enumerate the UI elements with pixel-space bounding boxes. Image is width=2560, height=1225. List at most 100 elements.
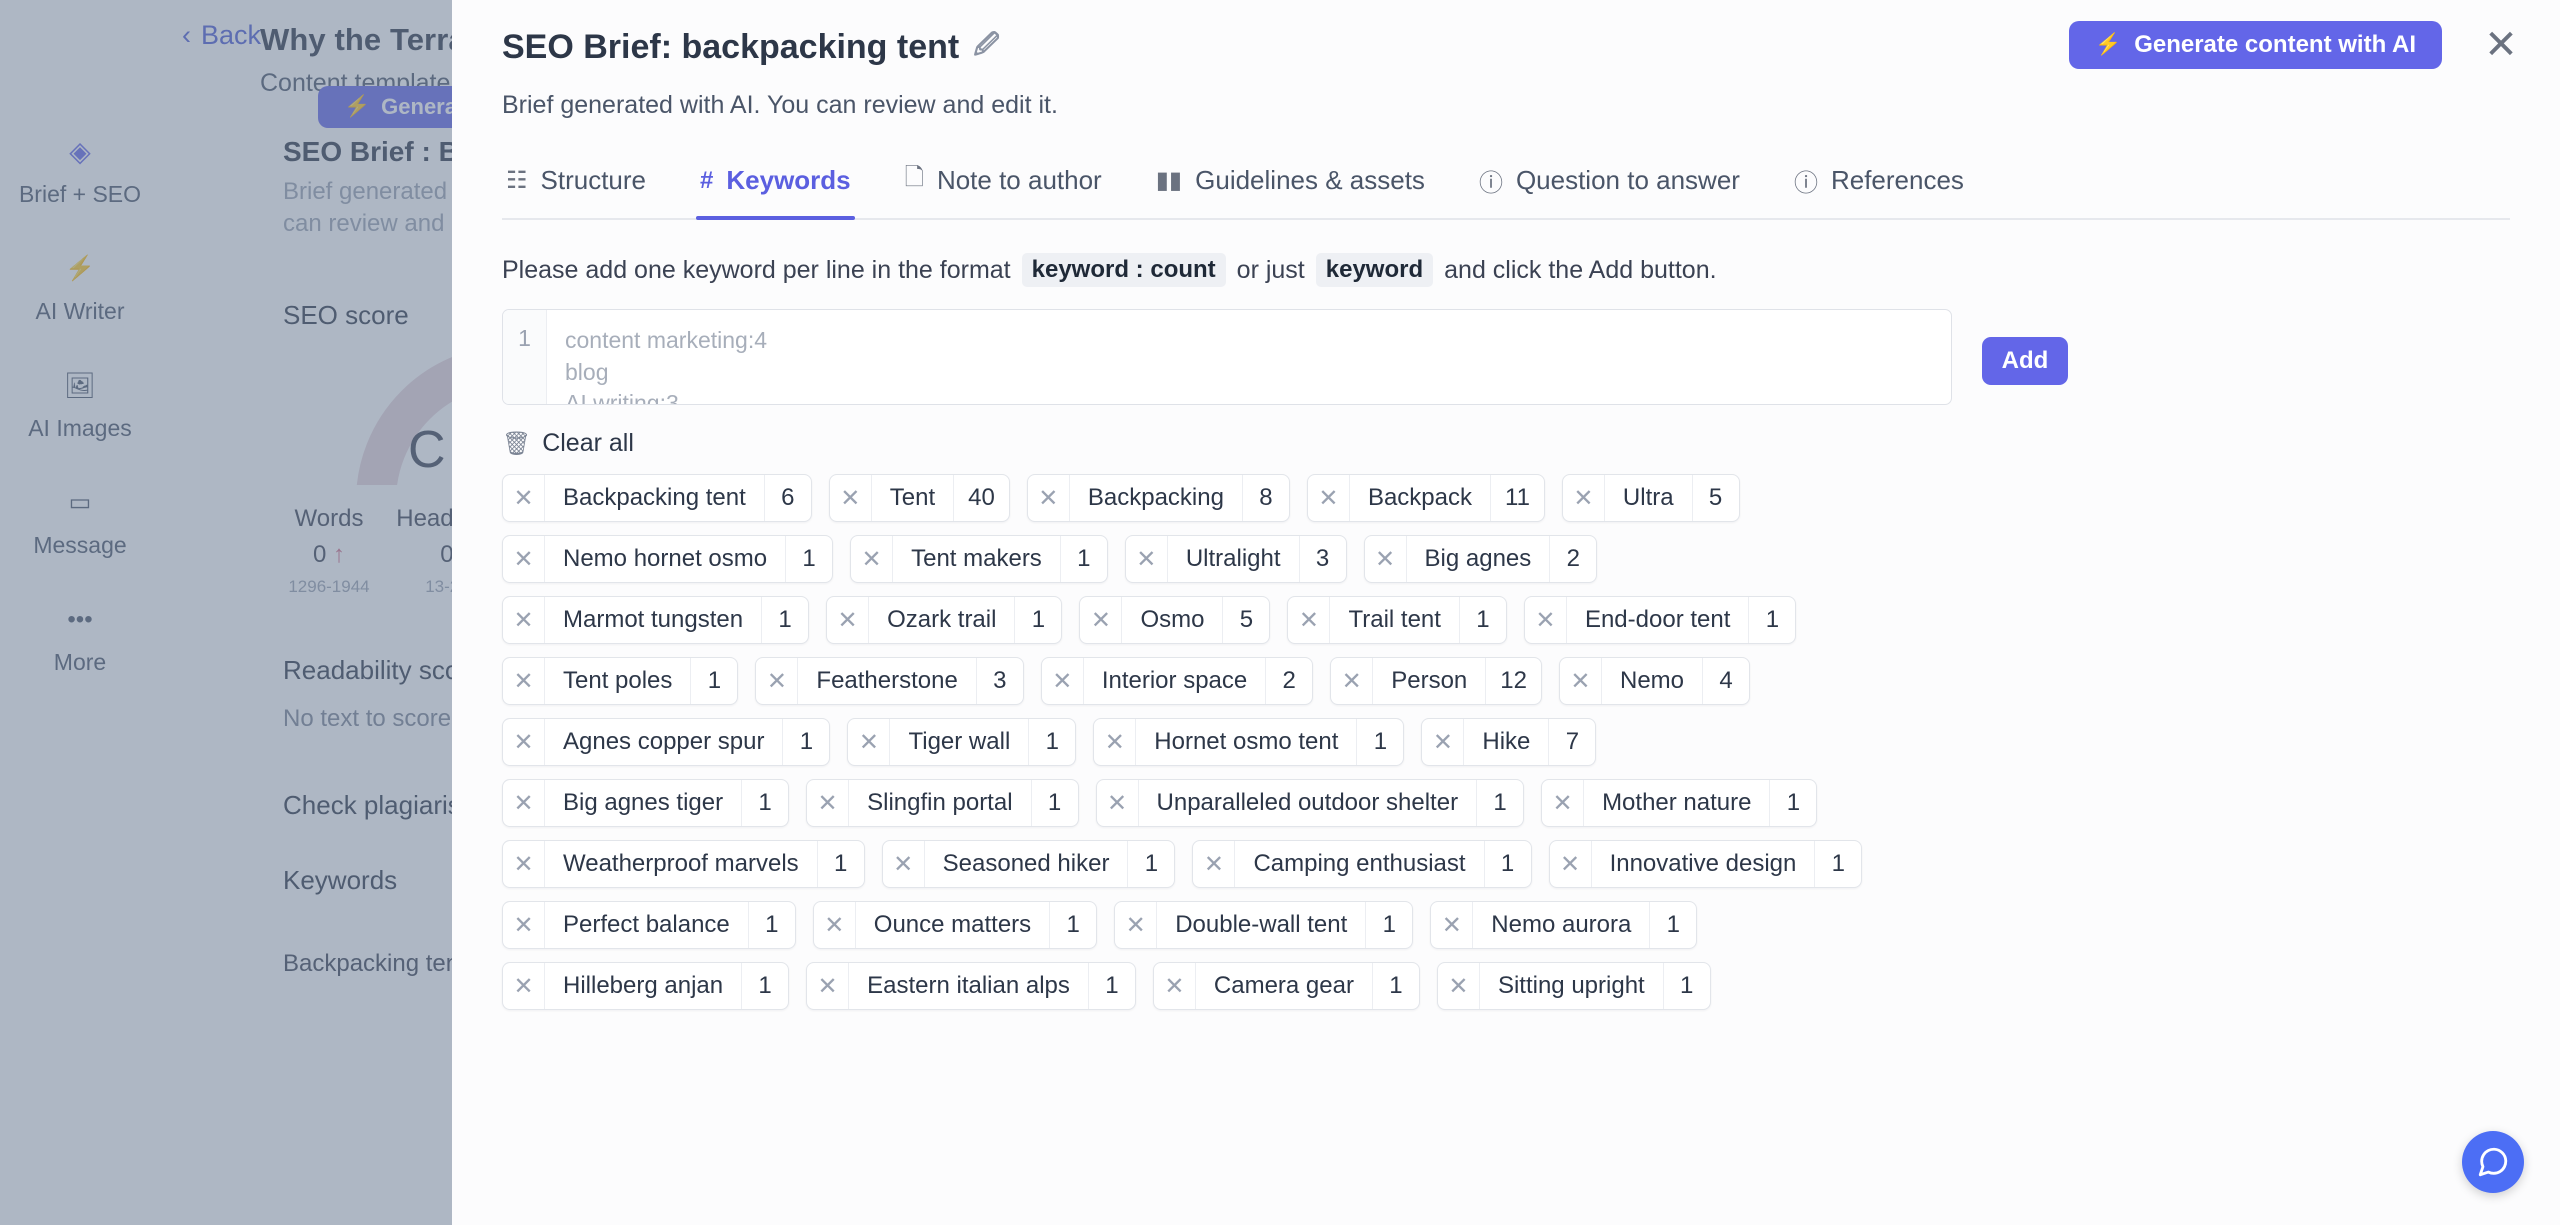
- keyword-chip-count[interactable]: 1: [1815, 841, 1861, 887]
- generate-content-with-ai-button[interactable]: ⚡ Generate content with AI: [2069, 21, 2442, 69]
- keyword-chip-count[interactable]: 1: [749, 902, 795, 948]
- keyword-chip-row: ✕ Marmot tungsten 1 ✕ Ozark trail 1 ✕ Osmo 5 ✕ Tra…: [502, 596, 2510, 644]
- modal-scrim[interactable]: [0, 0, 452, 1225]
- remove-keyword-icon[interactable]: ✕: [503, 475, 545, 521]
- close-icon[interactable]: ✕: [2478, 22, 2524, 68]
- edit-pencil-icon[interactable]: 🖉: [973, 26, 1000, 69]
- chat-bubble-icon[interactable]: [2462, 1131, 2524, 1193]
- tab-references[interactable]: ⓘ References: [1790, 160, 1968, 218]
- remove-keyword-icon[interactable]: ✕: [830, 475, 872, 521]
- keyword-chip-count[interactable]: 1: [1460, 597, 1506, 643]
- keyword-chip-count[interactable]: 1: [1050, 902, 1096, 948]
- remove-keyword-icon[interactable]: ✕: [1431, 902, 1474, 948]
- remove-keyword-icon[interactable]: ✕: [1080, 597, 1123, 643]
- keyword-textarea-placeholder[interactable]: content marketing:4 blog AI writing:3: [547, 310, 1951, 404]
- tab-guidelines-assets[interactable]: ▮▮ Guidelines & assets: [1152, 160, 1429, 218]
- remove-keyword-icon[interactable]: ✕: [1094, 719, 1137, 765]
- tab-structure[interactable]: ☷ Structure: [502, 160, 650, 218]
- keyword-chip-label: Hike: [1464, 719, 1550, 765]
- tab-question-to-answer[interactable]: ⓘ Question to answer: [1475, 160, 1744, 218]
- remove-keyword-icon[interactable]: ✕: [1542, 780, 1585, 826]
- remove-keyword-icon[interactable]: ✕: [1115, 902, 1158, 948]
- remove-keyword-icon[interactable]: ✕: [1331, 658, 1374, 704]
- keyword-chip-count[interactable]: 4: [1703, 658, 1749, 704]
- keyword-chip-count[interactable]: 6: [765, 475, 811, 521]
- remove-keyword-icon[interactable]: ✕: [503, 780, 545, 826]
- remove-keyword-icon[interactable]: ✕: [1028, 475, 1070, 521]
- hint-part-1: Please add one keyword per line in the f…: [502, 255, 1011, 284]
- remove-keyword-icon[interactable]: ✕: [503, 963, 545, 1009]
- tab-keywords[interactable]: # Keywords: [696, 160, 855, 220]
- clear-all-button[interactable]: 🗑 Clear all: [502, 429, 634, 458]
- remove-keyword-icon[interactable]: ✕: [1042, 658, 1084, 704]
- keyword-chip-count[interactable]: 7: [1549, 719, 1595, 765]
- keyword-textarea-wrapper[interactable]: 1 content marketing:4 blog AI writing:3: [502, 309, 1952, 405]
- keyword-chip-count[interactable]: 3: [977, 658, 1023, 704]
- keyword-chip-count[interactable]: 1: [786, 536, 832, 582]
- keyword-chip-count[interactable]: 1: [1664, 963, 1710, 1009]
- keyword-chip-count[interactable]: 1: [1650, 902, 1696, 948]
- keyword-chip-count[interactable]: 12: [1486, 658, 1541, 704]
- keyword-chip-count[interactable]: 1: [1015, 597, 1061, 643]
- remove-keyword-icon[interactable]: ✕: [503, 597, 545, 643]
- add-keywords-button[interactable]: Add: [1982, 337, 2068, 385]
- remove-keyword-icon[interactable]: ✕: [1308, 475, 1350, 521]
- keyword-chip-count[interactable]: 1: [762, 597, 808, 643]
- keyword-chip-count[interactable]: 1: [742, 780, 788, 826]
- keyword-chip-count[interactable]: 1: [1357, 719, 1403, 765]
- keyword-chip-count[interactable]: 2: [1550, 536, 1596, 582]
- remove-keyword-icon[interactable]: ✕: [1126, 536, 1168, 582]
- remove-keyword-icon[interactable]: ✕: [1563, 475, 1605, 521]
- keyword-chip-count[interactable]: 1: [1089, 963, 1135, 1009]
- remove-keyword-icon[interactable]: ✕: [883, 841, 925, 887]
- remove-keyword-icon[interactable]: ✕: [1525, 597, 1567, 643]
- keyword-chip-count[interactable]: 5: [1223, 597, 1269, 643]
- modal-tabs: ☷ Structure # Keywords 🗋 Note to author …: [502, 160, 2510, 220]
- remove-keyword-icon[interactable]: ✕: [848, 719, 891, 765]
- remove-keyword-icon[interactable]: ✕: [1193, 841, 1236, 887]
- remove-keyword-icon[interactable]: ✕: [1097, 780, 1139, 826]
- remove-keyword-icon[interactable]: ✕: [807, 780, 850, 826]
- keyword-chip-count[interactable]: 1: [691, 658, 737, 704]
- keyword-chip-count[interactable]: 1: [1485, 841, 1531, 887]
- remove-keyword-icon[interactable]: ✕: [503, 719, 545, 765]
- tab-note-to-author[interactable]: 🗋 Note to author: [901, 160, 1106, 218]
- keyword-chip-count[interactable]: 1: [1128, 841, 1174, 887]
- keyword-chip: ✕ Tent 40: [828, 474, 1010, 522]
- keyword-chip-count[interactable]: 1: [1029, 719, 1075, 765]
- keyword-chip-count[interactable]: 1: [1373, 963, 1419, 1009]
- keyword-chip-count[interactable]: 1: [742, 963, 788, 1009]
- keyword-chip-count[interactable]: 5: [1693, 475, 1739, 521]
- info-circle-icon: ⓘ: [1793, 170, 1818, 197]
- keyword-chip-count[interactable]: 1: [1749, 597, 1795, 643]
- remove-keyword-icon[interactable]: ✕: [1550, 841, 1592, 887]
- keyword-chip-count[interactable]: 3: [1300, 536, 1346, 582]
- remove-keyword-icon[interactable]: ✕: [503, 658, 545, 704]
- remove-keyword-icon[interactable]: ✕: [851, 536, 894, 582]
- remove-keyword-icon[interactable]: ✕: [1288, 597, 1331, 643]
- keyword-chip-count[interactable]: 1: [1032, 780, 1078, 826]
- remove-keyword-icon[interactable]: ✕: [503, 536, 545, 582]
- keyword-chip-count[interactable]: 1: [1366, 902, 1412, 948]
- keyword-chip-count[interactable]: 2: [1266, 658, 1312, 704]
- keyword-chip-count[interactable]: 11: [1491, 475, 1544, 521]
- keyword-chip-count[interactable]: 8: [1243, 475, 1289, 521]
- keyword-chip-count[interactable]: 1: [1061, 536, 1107, 582]
- remove-keyword-icon[interactable]: ✕: [807, 963, 850, 1009]
- keyword-chip-count[interactable]: 1: [1770, 780, 1816, 826]
- remove-keyword-icon[interactable]: ✕: [827, 597, 870, 643]
- keyword-chip-count[interactable]: 1: [1477, 780, 1523, 826]
- remove-keyword-icon[interactable]: ✕: [1560, 658, 1602, 704]
- remove-keyword-icon[interactable]: ✕: [503, 841, 545, 887]
- keyword-chip-count[interactable]: 1: [783, 719, 829, 765]
- remove-keyword-icon[interactable]: ✕: [756, 658, 799, 704]
- line-number-gutter: 1: [503, 310, 547, 404]
- remove-keyword-icon[interactable]: ✕: [1365, 536, 1407, 582]
- remove-keyword-icon[interactable]: ✕: [1154, 963, 1196, 1009]
- remove-keyword-icon[interactable]: ✕: [814, 902, 856, 948]
- remove-keyword-icon[interactable]: ✕: [1438, 963, 1480, 1009]
- remove-keyword-icon[interactable]: ✕: [1422, 719, 1465, 765]
- remove-keyword-icon[interactable]: ✕: [503, 902, 545, 948]
- keyword-chip-count[interactable]: 40: [954, 475, 1009, 521]
- keyword-chip-count[interactable]: 1: [818, 841, 864, 887]
